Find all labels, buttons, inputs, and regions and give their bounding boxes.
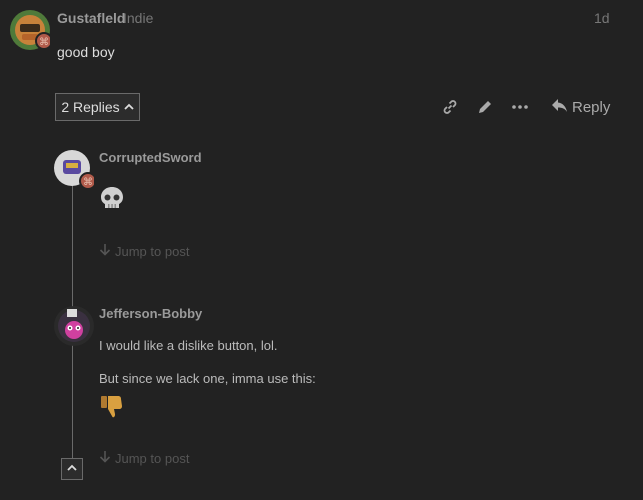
main-post-avatar[interactable]: ⌘ [10, 10, 53, 50]
show-replies-button[interactable]: 2 Replies [55, 93, 140, 121]
edit-pencil-icon[interactable] [476, 98, 494, 116]
jump-label: Jump to post [115, 243, 190, 259]
jump-label: Jump to post [115, 450, 190, 466]
chevron-up-icon [124, 99, 134, 115]
reply-arrow-icon [551, 98, 568, 117]
reply-2-text-line-2: But since we lack one, imma use this: [99, 371, 316, 386]
forum-post-view: ⌘ Gustafleld Indie 1d good boy 2 Replies [0, 0, 643, 500]
reply-2-username[interactable]: Jefferson-Bobby [99, 306, 202, 321]
svg-text:⌘: ⌘ [39, 37, 49, 48]
main-post-body: good boy [57, 44, 115, 60]
reply-button[interactable]: Reply [551, 98, 610, 117]
reply-label: Reply [572, 99, 611, 116]
svg-text:⌘: ⌘ [83, 177, 93, 188]
more-options-icon[interactable] [511, 98, 529, 116]
reply-1-avatar[interactable]: ⌘ [54, 150, 97, 190]
chevron-up-icon [67, 460, 77, 478]
main-post-username[interactable]: Gustafleld [57, 10, 125, 26]
reply-1-jump-link[interactable]: Jump to post [99, 243, 189, 259]
reply-2-text-line-1: I would like a dislike button, lol. [99, 338, 278, 353]
main-post-date[interactable]: 1d [594, 10, 610, 26]
arrow-down-icon [99, 243, 111, 259]
link-icon[interactable] [441, 98, 459, 116]
skull-icon [99, 185, 125, 211]
replies-count-label: 2 Replies [61, 99, 120, 115]
thumbs-down-icon [99, 393, 125, 419]
reply-2-jump-link[interactable]: Jump to post [99, 450, 189, 466]
reply-1-username[interactable]: CorruptedSword [99, 150, 202, 165]
collapse-replies-button[interactable] [61, 458, 83, 480]
main-post-user-title: Indie [123, 10, 154, 26]
arrow-down-icon [99, 450, 111, 466]
reply-2-avatar[interactable] [54, 306, 94, 346]
